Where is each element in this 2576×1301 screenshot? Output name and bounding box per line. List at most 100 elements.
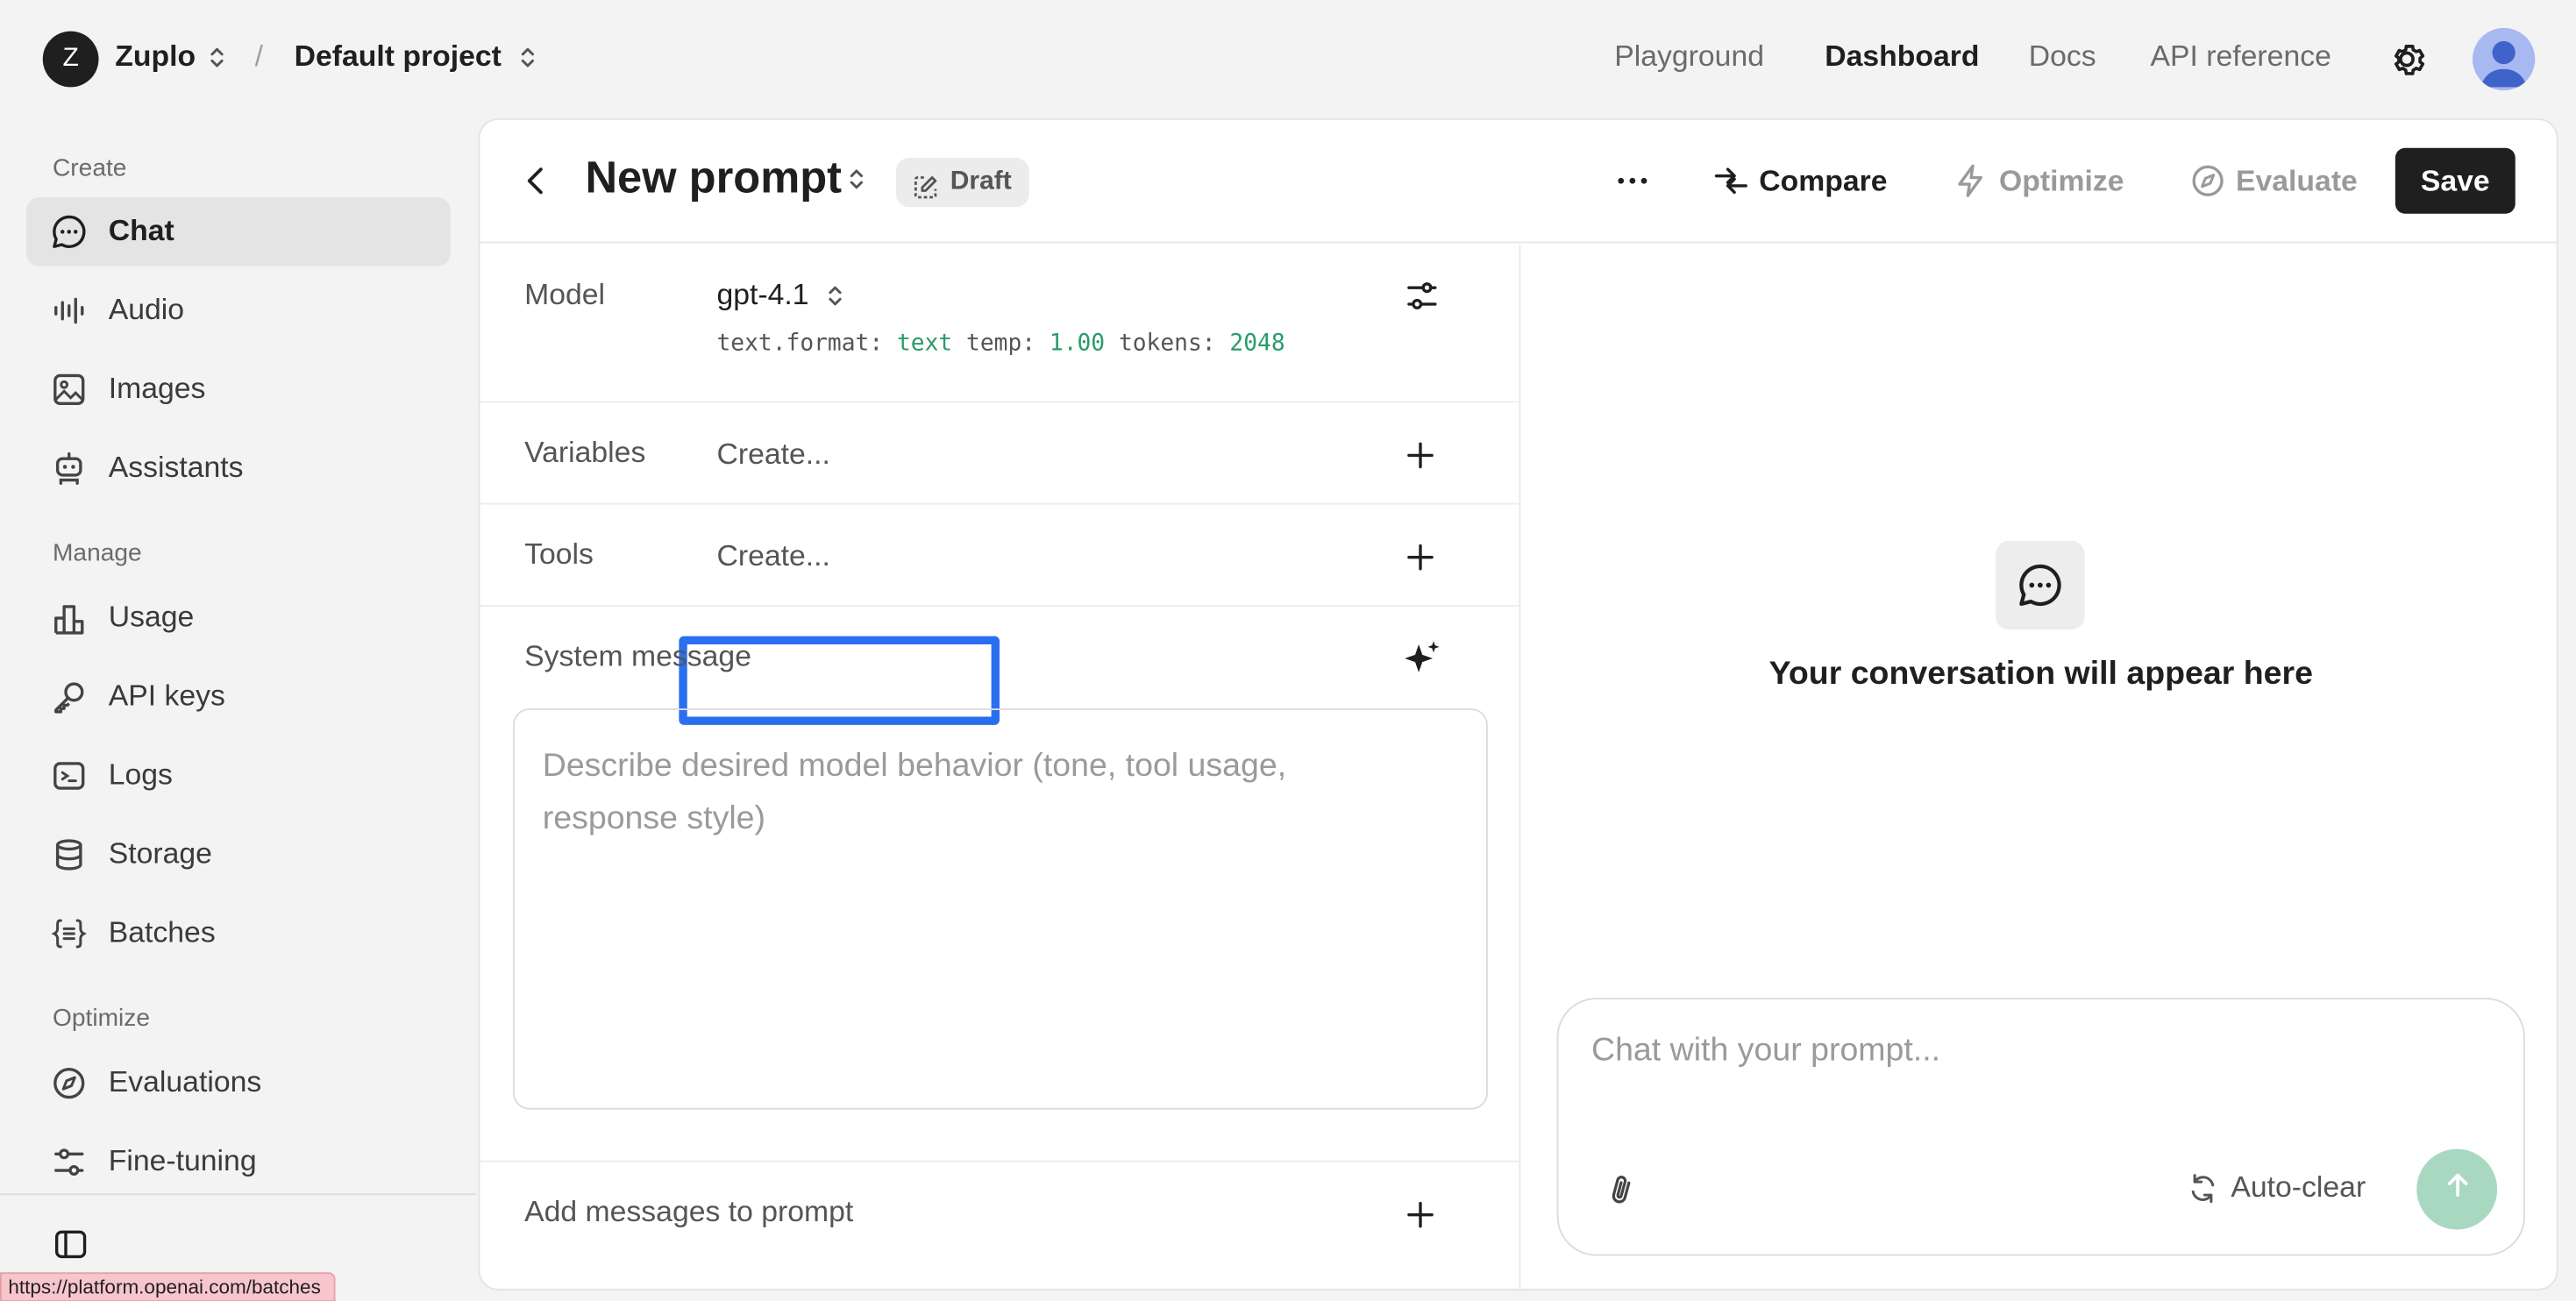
variables-label: Variables — [524, 435, 646, 469]
back-arrow-icon[interactable] — [520, 163, 553, 199]
lightning-icon — [1953, 163, 1989, 199]
temp-key: temp: — [966, 330, 1036, 357]
temp-value: 1.00 — [1049, 330, 1106, 357]
database-icon — [51, 836, 87, 872]
sidebar-item-evaluations[interactable]: Evaluations — [26, 1049, 451, 1118]
section-label-optimize: Optimize — [53, 1004, 150, 1033]
sidebar-item-assistants[interactable]: Assistants — [26, 434, 451, 503]
refresh-icon — [2187, 1171, 2220, 1205]
sidebar-item-api-keys[interactable]: API keys — [26, 663, 451, 732]
sidebar-item-label: Logs — [108, 757, 173, 791]
chat-bubble-icon — [51, 214, 87, 250]
sidebar-item-chat[interactable]: Chat — [26, 197, 451, 267]
sidebar-item-logs[interactable]: Logs — [26, 742, 451, 811]
prompt-title[interactable]: New prompt — [586, 153, 843, 203]
audio-wave-icon — [51, 293, 87, 329]
chat-input-box[interactable]: Chat with your prompt... Auto-clear — [1556, 998, 2525, 1256]
add-messages-label: Add messages to prompt — [524, 1195, 854, 1228]
add-tool-plus-icon[interactable] — [1404, 541, 1437, 574]
sidebar-item-label: Audio — [108, 292, 185, 326]
sidebar-item-label: Evaluations — [108, 1065, 262, 1098]
prompt-header: New prompt Draft Compare Optimize Evalua… — [480, 120, 2557, 244]
compare-arrows-icon — [1713, 163, 1749, 199]
paperclip-icon[interactable] — [1605, 1169, 1640, 1208]
chat-empty-icon — [1996, 540, 2085, 630]
sparkle-generate-icon[interactable] — [1401, 638, 1444, 681]
send-button[interactable] — [2416, 1148, 2498, 1230]
project-switcher[interactable]: Default project — [295, 39, 502, 74]
evaluate-label: Evaluate — [2236, 163, 2358, 197]
title-chevron-icon[interactable] — [849, 166, 865, 192]
sliders-icon — [51, 1144, 87, 1180]
org-avatar[interactable]: Z — [42, 31, 99, 88]
bar-chart-icon — [51, 600, 87, 636]
nav-dashboard[interactable]: Dashboard — [1825, 39, 1979, 74]
system-message-input[interactable]: Describe desired model behavior (tone, t… — [513, 708, 1488, 1110]
key-icon — [51, 679, 87, 714]
auto-clear-toggle[interactable]: Auto-clear — [2187, 1170, 2366, 1205]
sidebar-item-label: Chat — [108, 213, 174, 247]
nav-api-reference[interactable]: API reference — [2151, 39, 2331, 74]
project-chevron-icon[interactable] — [520, 45, 537, 71]
model-selector[interactable]: gpt-4.1 — [717, 278, 809, 312]
system-message-placeholder: Describe desired model behavior (tone, t… — [542, 748, 1287, 837]
model-settings-icon[interactable] — [1404, 278, 1440, 314]
model-label: Model — [524, 277, 606, 311]
chat-empty-text: Your conversation will appear here — [1768, 656, 2313, 693]
tokens-key: tokens: — [1118, 330, 1216, 357]
format-value: text — [896, 330, 953, 357]
sidebar-item-label: Fine-tuning — [108, 1144, 257, 1177]
sidebar-item-batches[interactable]: Batches — [26, 899, 451, 969]
compare-button[interactable]: Compare — [1713, 163, 1888, 199]
add-message-plus-icon[interactable] — [1404, 1198, 1437, 1232]
image-icon — [51, 372, 87, 408]
evaluate-button[interactable]: Evaluate — [2190, 163, 2358, 199]
nav-docs[interactable]: Docs — [2029, 39, 2096, 74]
save-button[interactable]: Save — [2395, 147, 2516, 214]
optimize-label: Optimize — [1999, 163, 2124, 197]
draft-edit-icon — [913, 169, 939, 199]
sidebar-item-label: Assistants — [108, 450, 244, 484]
add-variable-plus-icon[interactable] — [1404, 439, 1437, 473]
sidebar-item-label: Batches — [108, 915, 216, 949]
sidebar-item-label: Usage — [108, 600, 195, 633]
variables-create[interactable]: Create... — [717, 437, 830, 472]
terminal-icon — [51, 757, 87, 793]
sidebar-divider — [0, 1193, 477, 1196]
model-chevron-icon[interactable] — [827, 283, 843, 309]
section-label-create: Create — [53, 154, 127, 183]
org-chevron-icon[interactable] — [209, 45, 225, 71]
draft-label: Draft — [950, 167, 1012, 196]
model-parameters[interactable]: text.format: text temp: 1.00 tokens: 204… — [717, 331, 1285, 357]
tools-create[interactable]: Create... — [717, 539, 830, 573]
sidebar-item-audio[interactable]: Audio — [26, 276, 451, 345]
section-label-manage: Manage — [53, 539, 142, 567]
chat-input-placeholder: Chat with your prompt... — [1591, 1032, 1941, 1069]
sidebar: Create Chat Audio Images Assistants Mana… — [0, 118, 477, 1301]
variables-row: Variables Create... — [480, 402, 1521, 505]
add-messages-row[interactable]: Add messages to prompt — [480, 1160, 1521, 1289]
optimize-button[interactable]: Optimize — [1953, 163, 2124, 199]
robot-icon — [51, 451, 87, 487]
org-switcher[interactable]: Zuplo — [115, 39, 196, 74]
tools-row: Tools Create... — [480, 505, 1521, 607]
tokens-value: 2048 — [1229, 330, 1285, 357]
sidebar-item-fine-tuning[interactable]: Fine-tuning — [26, 1127, 451, 1197]
model-row: Model gpt-4.1 text.format: text temp: 1.… — [480, 245, 1521, 403]
sidebar-item-label: API keys — [108, 679, 225, 712]
more-options-icon[interactable] — [1614, 163, 1650, 199]
sidebar-item-storage[interactable]: Storage — [26, 821, 451, 890]
settings-gear-icon[interactable] — [2386, 38, 2429, 81]
auto-clear-label: Auto-clear — [2231, 1170, 2366, 1204]
user-avatar[interactable] — [2473, 27, 2536, 91]
prompt-config-column: Model gpt-4.1 text.format: text temp: 1.… — [480, 245, 1521, 1289]
system-message-label: System message — [524, 639, 751, 672]
status-url-tooltip: https://platform.openai.com/batches — [0, 1272, 336, 1301]
sidebar-toggle-icon[interactable] — [53, 1226, 89, 1262]
nav-playground[interactable]: Playground — [1614, 39, 1764, 74]
tools-label: Tools — [524, 537, 594, 571]
compare-label: Compare — [1759, 163, 1888, 197]
sidebar-item-usage[interactable]: Usage — [26, 584, 451, 653]
sidebar-item-images[interactable]: Images — [26, 355, 451, 424]
sidebar-item-label: Images — [108, 371, 206, 405]
